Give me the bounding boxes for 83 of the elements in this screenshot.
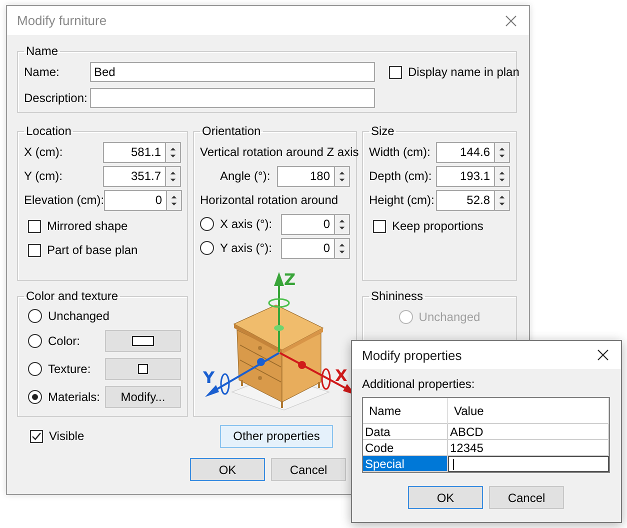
radio-label: X axis (°): bbox=[220, 217, 272, 231]
section-heading: Vertical rotation around Z axis bbox=[200, 145, 359, 159]
field-label: Angle (°): bbox=[220, 169, 270, 183]
spin-buttons[interactable] bbox=[334, 166, 350, 186]
field-label: X (cm): bbox=[24, 145, 63, 159]
column-header[interactable]: Name bbox=[363, 398, 448, 424]
other-properties-button[interactable]: Other properties bbox=[220, 424, 333, 448]
checkbox[interactable] bbox=[28, 220, 41, 232]
spin-buttons[interactable] bbox=[334, 214, 350, 234]
group-title: Size bbox=[370, 124, 396, 138]
radio-label: Color: bbox=[48, 334, 80, 348]
table-cell[interactable]: Data bbox=[363, 424, 448, 440]
field-label: Elevation (cm): bbox=[24, 193, 104, 207]
ok-button[interactable]: OK bbox=[408, 486, 483, 509]
checkbox-label: Mirrored shape bbox=[47, 219, 128, 233]
cancel-button[interactable]: Cancel bbox=[489, 486, 564, 509]
group-title: Location bbox=[25, 124, 72, 138]
radio-button[interactable] bbox=[28, 309, 42, 323]
section-heading: Horizontal rotation around bbox=[200, 193, 338, 207]
color-button[interactable] bbox=[105, 330, 181, 352]
field-label: Description: bbox=[24, 91, 88, 105]
window-title: Modify properties bbox=[362, 348, 462, 362]
color-swatch-icon bbox=[132, 336, 154, 346]
nightstand-axes-drawing: Z Y X bbox=[203, 270, 356, 410]
field-label: Depth (cm): bbox=[369, 169, 432, 183]
window-title: Modify furniture bbox=[17, 13, 107, 28]
number-field[interactable]: 0 bbox=[104, 190, 166, 210]
radio-label: Y axis (°): bbox=[220, 241, 272, 255]
radio-label: Unchanged bbox=[418, 310, 480, 324]
checkbox-label: Visible bbox=[49, 429, 84, 443]
number-field[interactable]: 144.6 bbox=[436, 142, 494, 162]
table-cell: ABCD bbox=[448, 424, 609, 440]
section-heading: Additional properties: bbox=[362, 377, 476, 391]
field-label: Height (cm): bbox=[369, 193, 434, 207]
radio-button[interactable] bbox=[28, 362, 42, 376]
table-cell: 12345 bbox=[448, 440, 609, 456]
checkbox[interactable] bbox=[389, 66, 402, 78]
spin-buttons[interactable] bbox=[165, 166, 181, 186]
spin-buttons[interactable] bbox=[166, 190, 182, 210]
number-field[interactable]: 581.1 bbox=[103, 142, 165, 162]
name-field[interactable]: Bed bbox=[90, 62, 375, 82]
field-label: Name: bbox=[24, 65, 60, 79]
radio-button[interactable] bbox=[200, 241, 214, 255]
number-field[interactable]: 180 bbox=[277, 166, 334, 186]
modify-button[interactable]: Modify... bbox=[105, 386, 181, 408]
checkbox-label: Display name in plan bbox=[408, 65, 520, 79]
group-title: Color and texture bbox=[25, 289, 120, 303]
spin-buttons[interactable] bbox=[494, 166, 510, 186]
number-field[interactable]: 52.8 bbox=[436, 190, 494, 210]
radio-label: Materials: bbox=[48, 390, 100, 404]
checkbox-label: Part of base plan bbox=[47, 243, 138, 257]
checkbox-label: Keep proportions bbox=[392, 219, 484, 233]
description-field[interactable] bbox=[90, 88, 375, 108]
value-input-field[interactable] bbox=[448, 456, 609, 472]
table-cell[interactable]: Code bbox=[363, 440, 448, 456]
group-title: Orientation bbox=[201, 124, 262, 138]
spin-buttons[interactable] bbox=[494, 190, 510, 210]
texture-button[interactable] bbox=[105, 358, 181, 380]
cancel-button[interactable]: Cancel bbox=[271, 458, 346, 481]
field-label: Y (cm): bbox=[24, 169, 62, 183]
table-cell[interactable]: Special bbox=[363, 456, 448, 472]
radio-label: Unchanged bbox=[48, 309, 110, 323]
ok-button[interactable]: OK bbox=[190, 458, 265, 481]
spin-buttons[interactable] bbox=[165, 142, 181, 162]
number-field[interactable]: 193.1 bbox=[436, 166, 494, 186]
group-title: Shininess bbox=[370, 289, 424, 303]
close-icon[interactable] bbox=[597, 349, 609, 361]
checkbox[interactable] bbox=[30, 430, 43, 442]
number-field[interactable]: 351.7 bbox=[103, 166, 165, 186]
radio-button[interactable] bbox=[28, 390, 42, 404]
spin-buttons[interactable] bbox=[334, 238, 350, 258]
checkbox[interactable] bbox=[373, 220, 386, 232]
spin-buttons[interactable] bbox=[494, 142, 510, 162]
field-label: Width (cm): bbox=[369, 145, 430, 159]
radio-button[interactable] bbox=[200, 217, 214, 231]
radio-button[interactable] bbox=[28, 334, 42, 348]
checkbox[interactable] bbox=[28, 244, 41, 256]
group-title: Name bbox=[25, 44, 60, 58]
texture-swatch-icon bbox=[138, 364, 148, 374]
column-header[interactable]: Value bbox=[448, 398, 609, 424]
number-field[interactable]: 0 bbox=[281, 214, 334, 234]
number-field[interactable]: 0 bbox=[281, 238, 334, 258]
radio-label: Texture: bbox=[48, 362, 91, 376]
